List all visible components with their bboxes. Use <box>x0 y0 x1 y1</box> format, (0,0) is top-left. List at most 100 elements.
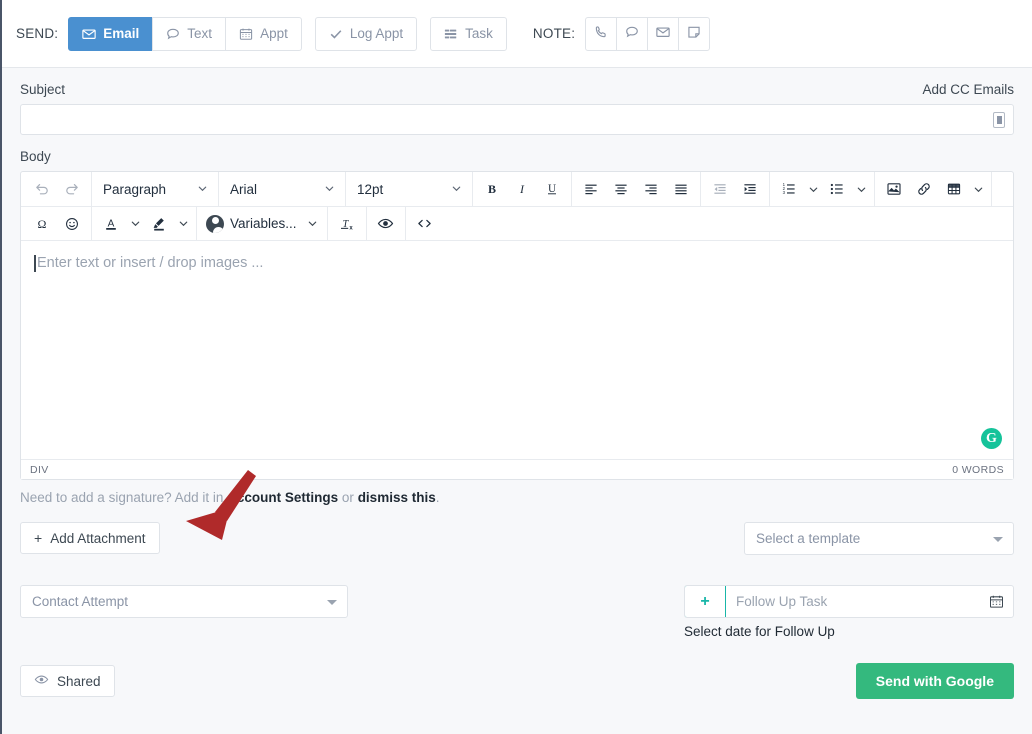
contact-attempt-value: Contact Attempt <box>32 594 128 609</box>
follow-up-wrap: + Select date for Follow Up <box>684 585 1014 639</box>
svg-text:A: A <box>108 218 115 229</box>
svg-text:I: I <box>519 182 525 196</box>
attachment-template-row: + Add Attachment Select a template <box>20 522 1014 555</box>
chevron-down-icon[interactable] <box>174 210 192 237</box>
send-appt-button[interactable]: Appt <box>225 17 302 51</box>
clear-formatting-icon[interactable]: T x <box>332 210 362 237</box>
italic-icon[interactable]: I <box>507 176 537 203</box>
outdent-icon[interactable] <box>705 176 735 203</box>
highlight-color-icon[interactable] <box>144 210 174 237</box>
send-label: SEND: <box>16 26 58 41</box>
underline-icon[interactable]: U <box>537 176 567 203</box>
svg-text:x: x <box>349 225 353 231</box>
bulleted-list-icon[interactable] <box>822 176 852 203</box>
chevron-down-icon <box>307 218 318 229</box>
template-select[interactable]: Select a template <box>744 522 1014 555</box>
chat-bubble-icon <box>166 27 180 41</box>
bold-icon[interactable]: B <box>477 176 507 203</box>
svg-text:Ω: Ω <box>38 217 47 231</box>
compose-form: Subject Add CC Emails Body <box>2 68 1032 699</box>
note-chat-button[interactable] <box>616 17 648 51</box>
follow-up-hint: Select date for Follow Up <box>684 624 1014 639</box>
send-email-button[interactable]: Email <box>68 17 153 51</box>
plus-icon: + <box>34 530 42 546</box>
send-button-group: Email Text Appt <box>68 17 302 51</box>
preview-group <box>367 207 406 240</box>
font-family-value: Arial <box>230 182 257 197</box>
grammarly-subject-icon[interactable] <box>993 112 1005 128</box>
font-family-select[interactable]: Arial <box>223 176 341 203</box>
send-toolbar: SEND: Email Text <box>2 0 1032 68</box>
send-text-label: Text <box>187 26 212 41</box>
numbered-list-icon[interactable]: 1 2 3 <box>774 176 804 203</box>
paragraph-format-select[interactable]: Paragraph <box>96 176 214 203</box>
text-color-split: A <box>96 210 144 237</box>
eye-icon <box>34 672 49 690</box>
send-with-google-button[interactable]: Send with Google <box>856 663 1014 699</box>
emoji-icon[interactable] <box>57 210 87 237</box>
source-group <box>406 207 444 240</box>
undo-icon[interactable] <box>27 176 57 203</box>
chevron-down-icon[interactable] <box>852 176 870 203</box>
clear-format-group: T x <box>328 207 367 240</box>
numbered-list-split: 1 2 3 <box>774 176 822 203</box>
send-text-button[interactable]: Text <box>152 17 226 51</box>
envelope-icon <box>82 27 96 41</box>
template-select-value: Select a template <box>756 531 860 546</box>
link-icon[interactable] <box>909 176 939 203</box>
grammarly-badge[interactable]: G <box>981 428 1002 449</box>
dismiss-this-link[interactable]: dismiss this <box>358 490 436 505</box>
note-icon <box>687 25 701 42</box>
table-icon[interactable] <box>939 176 969 203</box>
editor-canvas[interactable]: Enter text or insert / drop images ... G <box>21 241 1013 459</box>
add-attachment-label: Add Attachment <box>50 531 145 546</box>
note-email-button[interactable] <box>647 17 679 51</box>
note-sticky-button[interactable] <box>678 17 710 51</box>
font-size-select[interactable]: 12pt <box>350 176 468 203</box>
editor-placeholder-wrap: Enter text or insert / drop images ... <box>37 255 997 271</box>
contact-attempt-select[interactable]: Contact Attempt <box>20 585 348 618</box>
editor-status-bar: DIV 0 WORDS <box>21 459 1013 479</box>
preview-eye-icon[interactable] <box>371 210 401 237</box>
account-settings-link[interactable]: Account Settings <box>227 490 338 505</box>
text-color-icon[interactable]: A <box>96 210 126 237</box>
variables-dropdown[interactable]: Variables... <box>201 210 323 237</box>
word-count: 0 WORDS <box>952 464 1004 476</box>
avatar-icon <box>206 215 224 233</box>
editor-toolbar-row-2: Ω A <box>21 207 1013 241</box>
chevron-down-icon[interactable] <box>804 176 822 203</box>
follow-up-task-input[interactable] <box>726 586 979 617</box>
chevron-down-icon[interactable] <box>969 176 987 203</box>
align-left-icon[interactable] <box>576 176 606 203</box>
chevron-down-icon[interactable] <box>126 210 144 237</box>
text-style-group: B I U <box>473 172 572 206</box>
add-cc-emails-link[interactable]: Add CC Emails <box>922 82 1014 97</box>
send-email-label: Email <box>103 26 139 41</box>
redo-icon[interactable] <box>57 176 87 203</box>
indent-icon[interactable] <box>735 176 765 203</box>
note-phone-button[interactable] <box>585 17 617 51</box>
special-character-icon[interactable]: Ω <box>27 210 57 237</box>
subject-input[interactable] <box>20 104 1014 135</box>
align-center-icon[interactable] <box>606 176 636 203</box>
add-follow-up-button[interactable]: + <box>684 585 726 618</box>
source-code-icon[interactable] <box>410 210 440 237</box>
log-appt-label: Log Appt <box>350 26 403 41</box>
signature-notice-middle: or <box>338 490 358 505</box>
align-justify-icon[interactable] <box>666 176 696 203</box>
align-right-icon[interactable] <box>636 176 666 203</box>
element-path: DIV <box>30 464 49 476</box>
add-attachment-button[interactable]: + Add Attachment <box>20 522 160 554</box>
log-appt-button[interactable]: Log Appt <box>315 17 417 51</box>
variables-group: Variables... <box>197 207 328 240</box>
image-icon[interactable] <box>879 176 909 203</box>
shared-button[interactable]: Shared <box>20 665 115 697</box>
signature-notice-prefix: Need to add a signature? Add it in <box>20 490 227 505</box>
paragraph-format-group: Paragraph <box>92 172 219 206</box>
task-button[interactable]: Task <box>430 17 507 51</box>
subject-label-row: Subject Add CC Emails <box>20 82 1014 97</box>
chevron-down-icon <box>993 537 1003 542</box>
envelope-icon <box>656 25 670 42</box>
chat-bubble-icon <box>625 25 639 42</box>
calendar-icon[interactable] <box>979 586 1013 617</box>
